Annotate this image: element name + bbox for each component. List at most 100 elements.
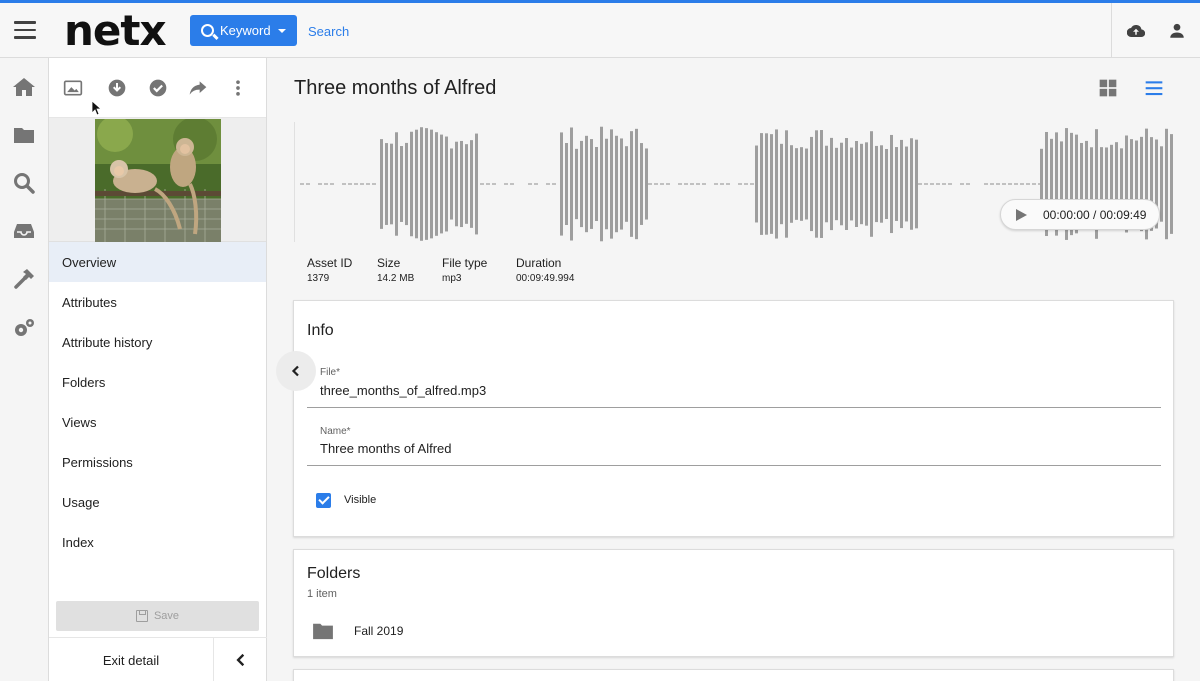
nav-label: Attribute history [62, 334, 153, 350]
check-circle-icon[interactable] [148, 78, 168, 98]
waveform-bar [470, 140, 473, 228]
share-icon[interactable] [188, 78, 208, 98]
asset-thumbnail[interactable] [95, 119, 221, 242]
meta-label: Size [377, 256, 401, 270]
user-icon[interactable] [1168, 22, 1186, 40]
visible-checkbox[interactable] [316, 493, 331, 508]
waveform-bar [645, 148, 648, 220]
waveform-bar [605, 138, 608, 230]
waveform-baseline [1020, 183, 1024, 185]
gears-icon[interactable] [12, 316, 36, 340]
nav-usage[interactable]: Usage [49, 482, 266, 522]
nav-attributes[interactable]: Attributes [49, 282, 266, 322]
waveform-bar [840, 142, 843, 226]
waveform-bar [905, 146, 908, 222]
waveform-baseline [330, 183, 334, 185]
chevron-left-icon [291, 365, 299, 377]
meta-label: File type [442, 256, 488, 270]
home-icon[interactable] [12, 75, 36, 99]
menu-icon[interactable] [14, 21, 36, 39]
waveform-bar [450, 148, 453, 220]
search-input[interactable] [304, 17, 804, 45]
waveform-bar [890, 134, 893, 234]
waveform-bar [795, 148, 798, 220]
waveform-baseline [324, 183, 328, 185]
play-icon[interactable] [1016, 208, 1027, 221]
waveform-bar [800, 147, 803, 221]
nav-folders[interactable]: Folders [49, 362, 266, 402]
waveform-bar [825, 145, 828, 223]
waveform-baseline [690, 183, 694, 185]
meta-label: Duration [516, 256, 562, 270]
waveform-baseline [702, 183, 706, 185]
waveform-bar [395, 132, 398, 236]
inbox-icon[interactable] [12, 219, 36, 243]
waveform-bar [400, 146, 403, 222]
folder-icon[interactable] [12, 123, 36, 147]
file-field[interactable]: three_months_of_alfred.mp3 [320, 383, 486, 398]
waveform-bar [860, 143, 863, 225]
image-icon[interactable] [63, 78, 83, 98]
waveform-baseline [480, 183, 484, 185]
waveform-baseline [492, 183, 496, 185]
nav-index[interactable]: Index [49, 522, 266, 562]
waveform-bar [435, 132, 438, 236]
waveform-baseline [546, 183, 550, 185]
waveform-bar [475, 133, 478, 235]
folder-name: Fall 2019 [354, 624, 404, 638]
waveform-baseline [990, 183, 994, 185]
audio-player[interactable]: 00:00:00 / 00:09:49 [1000, 199, 1160, 230]
waveform-baseline [648, 183, 652, 185]
list-view-icon[interactable] [1144, 78, 1164, 98]
prev-panel-button[interactable] [276, 351, 316, 391]
nav-attribute-history[interactable]: Attribute history [49, 322, 266, 362]
waveform-bar [580, 140, 583, 228]
download-icon[interactable] [107, 78, 127, 98]
waveform-bar [385, 143, 388, 225]
waveform-bar [780, 143, 783, 225]
logo[interactable]: netx [64, 6, 167, 55]
asset-detail-panel: Overview Attributes Attribute history Fo… [49, 58, 267, 681]
meta-value: mp3 [442, 273, 462, 284]
search-icon[interactable] [12, 171, 36, 195]
waveform-bar [835, 147, 838, 221]
save-button[interactable]: Save [56, 601, 259, 631]
more-vertical-icon[interactable] [228, 78, 248, 98]
folder-list-item[interactable]: Fall 2019 [312, 620, 403, 642]
waveform-baseline [366, 183, 370, 185]
name-field[interactable]: Three months of Alfred [320, 441, 452, 456]
waveform-baseline [678, 183, 682, 185]
meta-value: 00:09:49.994 [516, 273, 575, 284]
cloud-upload-icon[interactable] [1127, 22, 1145, 40]
waveform-baseline [984, 183, 988, 185]
waveform-baseline [924, 183, 928, 185]
waveform-bar [465, 144, 468, 224]
waveform-baseline [1002, 183, 1006, 185]
waveform-baseline [306, 183, 310, 185]
nav-label: Folders [62, 374, 106, 390]
top-bar: netx Keyword [0, 0, 1200, 58]
meta-asset-id: Asset ID 1379 [307, 256, 352, 284]
player-time: 00:00:00 / 00:09:49 [1043, 207, 1147, 222]
waveform-bar [820, 130, 823, 238]
waveform-bar [560, 132, 563, 236]
name-field-label: Name* [320, 426, 351, 437]
waveform-bar [830, 137, 833, 231]
nav-views[interactable]: Views [49, 402, 266, 442]
exit-detail-button[interactable]: Exit detail [49, 638, 213, 681]
collapse-panel-button[interactable] [214, 638, 267, 681]
hammer-icon[interactable] [12, 267, 36, 291]
waveform-baseline [348, 183, 352, 185]
grid-view-icon[interactable] [1098, 78, 1118, 98]
waveform-baseline [1032, 183, 1036, 185]
waveform-bar [430, 129, 433, 239]
name-field-underline [307, 465, 1161, 466]
keyword-search-button[interactable]: Keyword [190, 15, 297, 46]
nav-permissions[interactable]: Permissions [49, 442, 266, 482]
save-button-label: Save [153, 610, 180, 622]
asset-thumbnail-area [49, 118, 266, 242]
nav-overview[interactable]: Overview [49, 242, 266, 282]
file-field-underline [307, 407, 1161, 408]
waveform-bar [880, 145, 883, 223]
waveform-bar [380, 139, 383, 229]
